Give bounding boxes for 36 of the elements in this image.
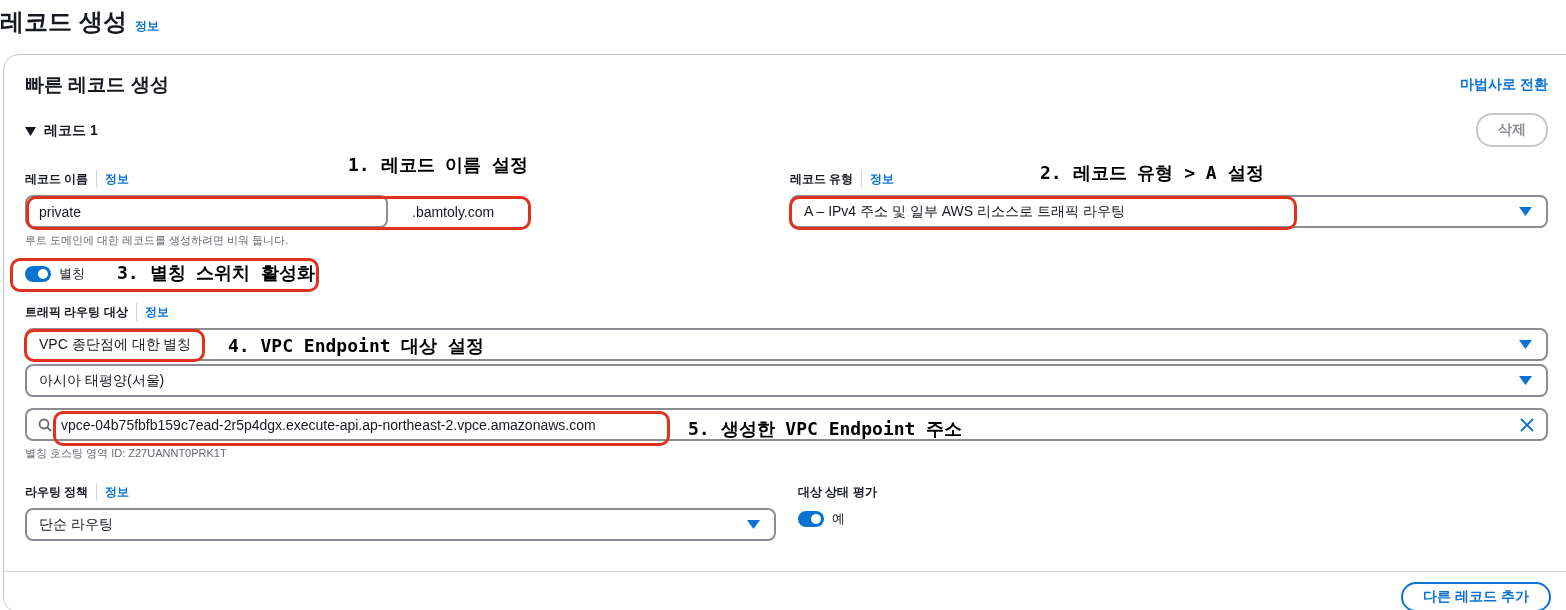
card-title: 빠른 레코드 생성 <box>25 73 169 97</box>
page-title: 레코드 생성 <box>0 7 127 37</box>
domain-suffix: .bamtoly.com <box>412 203 495 220</box>
alias-label: 별칭 <box>59 265 85 283</box>
hint-text: 별칭 호스팅 영역 ID: Z27UANNT0PRK1T <box>25 446 227 461</box>
close-icon[interactable] <box>1520 418 1534 432</box>
region-select[interactable]: 아시아 태평양(서울) <box>25 364 1548 397</box>
toggle-label: 예 <box>832 510 845 528</box>
field-label: 트래픽 라우팅 대상 <box>25 303 128 321</box>
hint-text: 루트 도메인에 대한 레코드를 생성하려면 비워 둡니다. <box>25 233 289 248</box>
caret-icon <box>747 520 760 529</box>
annotation-text: 4. VPC Endpoint 대상 설정 <box>228 334 485 358</box>
annotation-text: 1. 레코드 이름 설정 <box>348 153 529 177</box>
search-icon <box>38 418 52 432</box>
toggle-switch[interactable] <box>25 266 51 282</box>
expand-triangle-icon[interactable] <box>25 126 36 136</box>
annotation-text: 2. 레코드 유형 > A 설정 <box>1040 161 1264 185</box>
info-link[interactable]: 정보 <box>144 303 169 321</box>
caret-icon <box>1519 340 1532 349</box>
field-label: 레코드 유형 <box>790 170 854 188</box>
field-label: 레코드 이름 <box>25 170 89 188</box>
routing-policy-select[interactable]: 단순 라우팅 <box>25 508 776 541</box>
field-label: 대상 상태 평가 <box>798 483 877 501</box>
info-link[interactable]: 정보 <box>105 483 130 501</box>
annotation-text: 3. 별칭 스위치 활성화 <box>117 261 316 285</box>
field-label: 라우팅 정책 <box>25 483 89 501</box>
toggle-switch[interactable] <box>798 511 824 527</box>
info-link[interactable]: 정보 <box>134 18 159 35</box>
annotation-text: 5. 생성한 VPC Endpoint 주소 <box>688 417 963 441</box>
info-link[interactable]: 정보 <box>105 170 130 188</box>
record-title: 레코드 1 <box>44 122 98 140</box>
caret-icon <box>1519 376 1532 385</box>
caret-icon <box>1519 207 1532 216</box>
add-record-button[interactable]: 다른 레코드 추가 <box>1401 582 1551 610</box>
wizard-link[interactable]: 마법사로 전환 <box>1460 76 1548 94</box>
info-link[interactable]: 정보 <box>870 170 895 188</box>
